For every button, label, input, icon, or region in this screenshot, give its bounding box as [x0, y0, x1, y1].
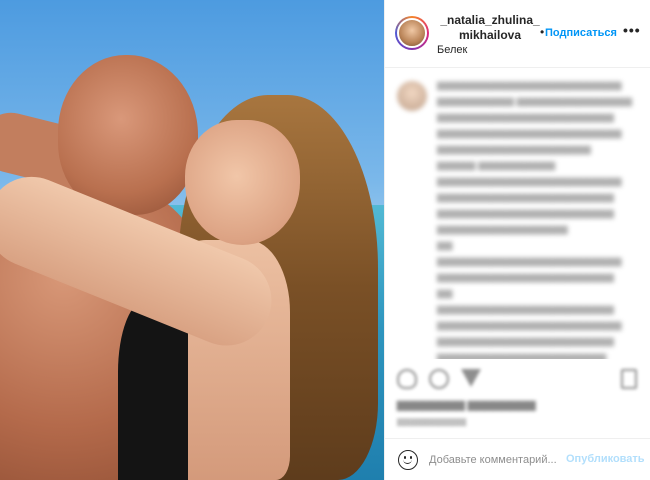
save-bookmark-icon[interactable]	[621, 369, 637, 389]
story-ring[interactable]	[395, 16, 429, 50]
username[interactable]: _natalia_zhulina_ mikhailova	[440, 13, 540, 43]
caption-text-blurred: ▆▆▆▆▆▆▆▆▆▆▆▆▆▆▆▆▆▆▆▆▆▆▆▆ ▆▆▆▆▆▆▆▆▆▆ ▆▆▆▆…	[437, 80, 633, 359]
photo-woman-face	[185, 120, 300, 245]
comment-bubble-icon[interactable]	[429, 369, 449, 389]
photo-man-head	[58, 55, 198, 215]
post-header: _natalia_zhulina_ mikhailova • Подписать…	[385, 0, 650, 68]
share-paper-plane-icon[interactable]	[461, 369, 481, 387]
avatar[interactable]	[397, 18, 427, 48]
caption-avatar	[397, 81, 427, 111]
comment-input[interactable]	[429, 452, 564, 468]
emoji-smile-icon[interactable]	[398, 450, 418, 470]
separator-dot: •	[540, 25, 545, 39]
comment-bar: Опубликовать	[385, 438, 650, 480]
more-options-icon[interactable]: •••	[623, 22, 641, 38]
blurred-caption: ▆▆▆▆▆▆▆▆▆▆▆▆▆▆▆▆▆▆▆▆▆▆▆▆ ▆▆▆▆▆▆▆▆▆▆ ▆▆▆▆…	[385, 69, 650, 359]
username-line1[interactable]: _natalia_zhulina_	[440, 13, 540, 28]
post-photo[interactable]	[0, 0, 384, 480]
like-heart-icon[interactable]	[397, 369, 417, 389]
likes-count-blurred[interactable]: ▆▆▆▆▆▆▆▆ ▆▆▆▆▆▆▆▆	[397, 398, 535, 411]
post-timestamp-blurred: ▆▆▆▆▆▆▆▆▆▆	[397, 416, 467, 426]
post-comment-button[interactable]: Опубликовать	[566, 453, 645, 465]
post-side-panel: _natalia_zhulina_ mikhailova • Подписать…	[384, 0, 650, 480]
username-line2[interactable]: mikhailova	[440, 28, 540, 43]
location-link[interactable]: Белек	[437, 44, 467, 56]
follow-button[interactable]: Подписаться	[545, 27, 617, 39]
post-actions	[385, 362, 650, 396]
